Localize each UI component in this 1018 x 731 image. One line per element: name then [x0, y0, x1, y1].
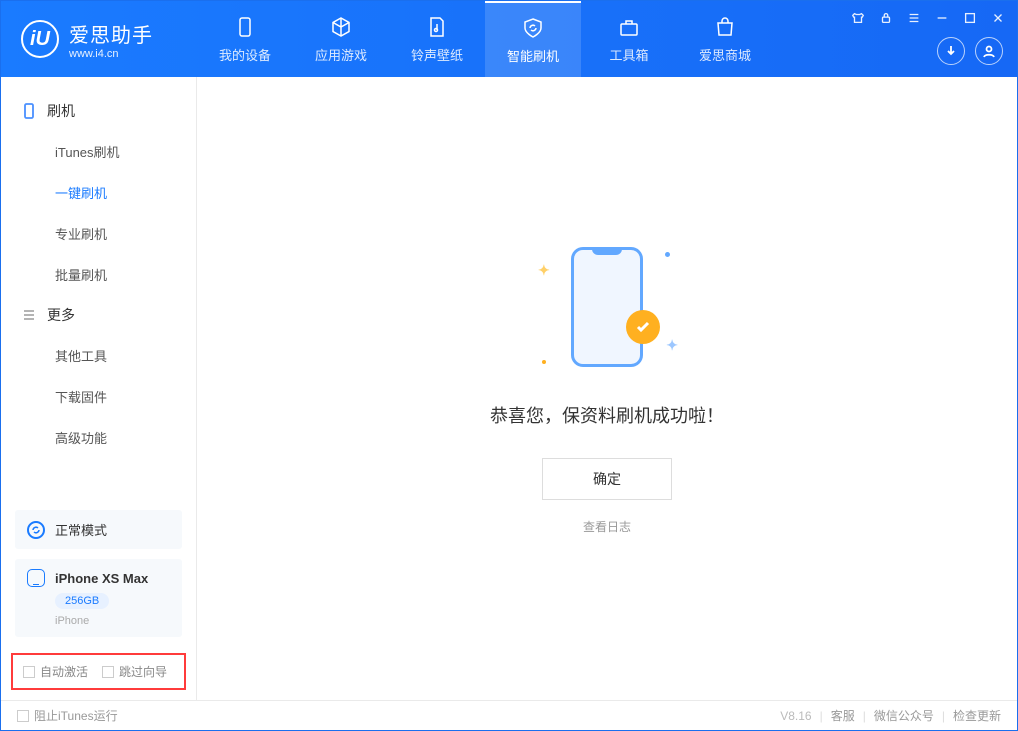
main-tabs: 我的设备 应用游戏 铃声壁纸 智能刷机 工具箱 爱思商城 — [197, 1, 773, 77]
tab-label: 铃声壁纸 — [411, 45, 463, 64]
close-icon[interactable] — [989, 9, 1007, 30]
maximize-icon[interactable] — [961, 9, 979, 30]
checkbox-label: 跳过向导 — [119, 663, 167, 680]
music-file-icon — [425, 15, 449, 39]
device-type: iPhone — [55, 615, 170, 627]
menu-icon[interactable] — [905, 9, 923, 30]
sidebar-item-batch-flash[interactable]: 批量刷机 — [1, 254, 196, 295]
mode-card[interactable]: 正常模式 — [15, 510, 182, 549]
phone-icon — [233, 15, 257, 39]
checkbox-label: 阻止iTunes运行 — [34, 707, 118, 724]
tab-label: 工具箱 — [609, 45, 648, 64]
footer-link-wechat[interactable]: 微信公众号 — [874, 707, 934, 724]
group-label: 刷机 — [47, 101, 75, 121]
phone-icon — [21, 103, 37, 119]
tab-my-device[interactable]: 我的设备 — [197, 1, 293, 77]
footer-link-service[interactable]: 客服 — [831, 707, 855, 724]
phone-graphic — [571, 247, 643, 367]
tshirt-icon[interactable] — [849, 9, 867, 30]
checkbox-icon — [102, 666, 114, 678]
lock-icon[interactable] — [877, 9, 895, 30]
checkbox-skip-guide[interactable]: 跳过向导 — [102, 663, 167, 680]
list-icon — [21, 307, 37, 323]
bag-icon — [713, 15, 737, 39]
status-bar: 阻止iTunes运行 V8.16 | 客服 | 微信公众号 | 检查更新 — [1, 700, 1017, 730]
title-bar: iU 爱思助手 www.i4.cn 我的设备 应用游戏 铃声壁纸 智能刷机 工具… — [1, 1, 1017, 77]
app-subtitle: www.i4.cn — [69, 48, 153, 60]
window-controls — [849, 9, 1007, 30]
device-name: iPhone XS Max — [55, 571, 148, 586]
checkbox-block-itunes[interactable]: 阻止iTunes运行 — [17, 707, 118, 724]
sidebar-item-download-firmware[interactable]: 下载固件 — [1, 376, 196, 417]
tab-smart-flash[interactable]: 智能刷机 — [485, 1, 581, 77]
refresh-shield-icon — [521, 16, 545, 40]
device-card[interactable]: iPhone XS Max 256GB iPhone — [15, 559, 182, 637]
checkbox-icon — [23, 666, 35, 678]
highlighted-options: 自动激活 跳过向导 — [11, 653, 186, 690]
checkbox-auto-activate[interactable]: 自动激活 — [23, 663, 88, 680]
main-content: ✦ ✦ 恭喜您，保资料刷机成功啦！ 确定 查看日志 — [197, 77, 1017, 700]
confirm-button[interactable]: 确定 — [542, 458, 672, 500]
app-logo: iU 爱思助手 www.i4.cn — [1, 19, 197, 60]
view-log-link[interactable]: 查看日志 — [583, 518, 631, 535]
tab-apps-games[interactable]: 应用游戏 — [293, 1, 389, 77]
checkbox-icon — [17, 710, 29, 722]
mode-label: 正常模式 — [55, 520, 107, 539]
sidebar-item-oneclick-flash[interactable]: 一键刷机 — [1, 172, 196, 213]
minimize-icon[interactable] — [933, 9, 951, 30]
sidebar-group-flash: 刷机 — [1, 91, 196, 131]
tab-store[interactable]: 爱思商城 — [677, 1, 773, 77]
user-button[interactable] — [975, 37, 1003, 65]
footer-link-update[interactable]: 检查更新 — [953, 707, 1001, 724]
storage-badge: 256GB — [55, 593, 109, 609]
success-check-icon — [626, 310, 660, 344]
sidebar-item-pro-flash[interactable]: 专业刷机 — [1, 213, 196, 254]
sidebar-item-advanced[interactable]: 高级功能 — [1, 417, 196, 458]
cube-icon — [329, 15, 353, 39]
success-message: 恭喜您，保资料刷机成功啦！ — [490, 402, 724, 428]
app-title: 爱思助手 — [69, 19, 153, 48]
download-button[interactable] — [937, 37, 965, 65]
tab-label: 智能刷机 — [507, 46, 559, 65]
tab-label: 我的设备 — [219, 45, 271, 64]
version-label: V8.16 — [780, 709, 811, 723]
tab-ringtone-wallpaper[interactable]: 铃声壁纸 — [389, 1, 485, 77]
tab-toolbox[interactable]: 工具箱 — [581, 1, 677, 77]
logo-icon: iU — [21, 20, 59, 58]
device-icon — [27, 569, 45, 587]
tab-label: 爱思商城 — [699, 45, 751, 64]
group-label: 更多 — [47, 305, 75, 325]
sidebar-item-other-tools[interactable]: 其他工具 — [1, 335, 196, 376]
sidebar: 刷机 iTunes刷机 一键刷机 专业刷机 批量刷机 更多 其他工具 下载固件 … — [1, 77, 197, 700]
sidebar-group-more: 更多 — [1, 295, 196, 335]
sidebar-item-itunes-flash[interactable]: iTunes刷机 — [1, 131, 196, 172]
toolbox-icon — [617, 15, 641, 39]
sync-icon — [27, 521, 45, 539]
tab-label: 应用游戏 — [315, 45, 367, 64]
checkbox-label: 自动激活 — [40, 663, 88, 680]
success-illustration: ✦ ✦ — [542, 242, 672, 372]
